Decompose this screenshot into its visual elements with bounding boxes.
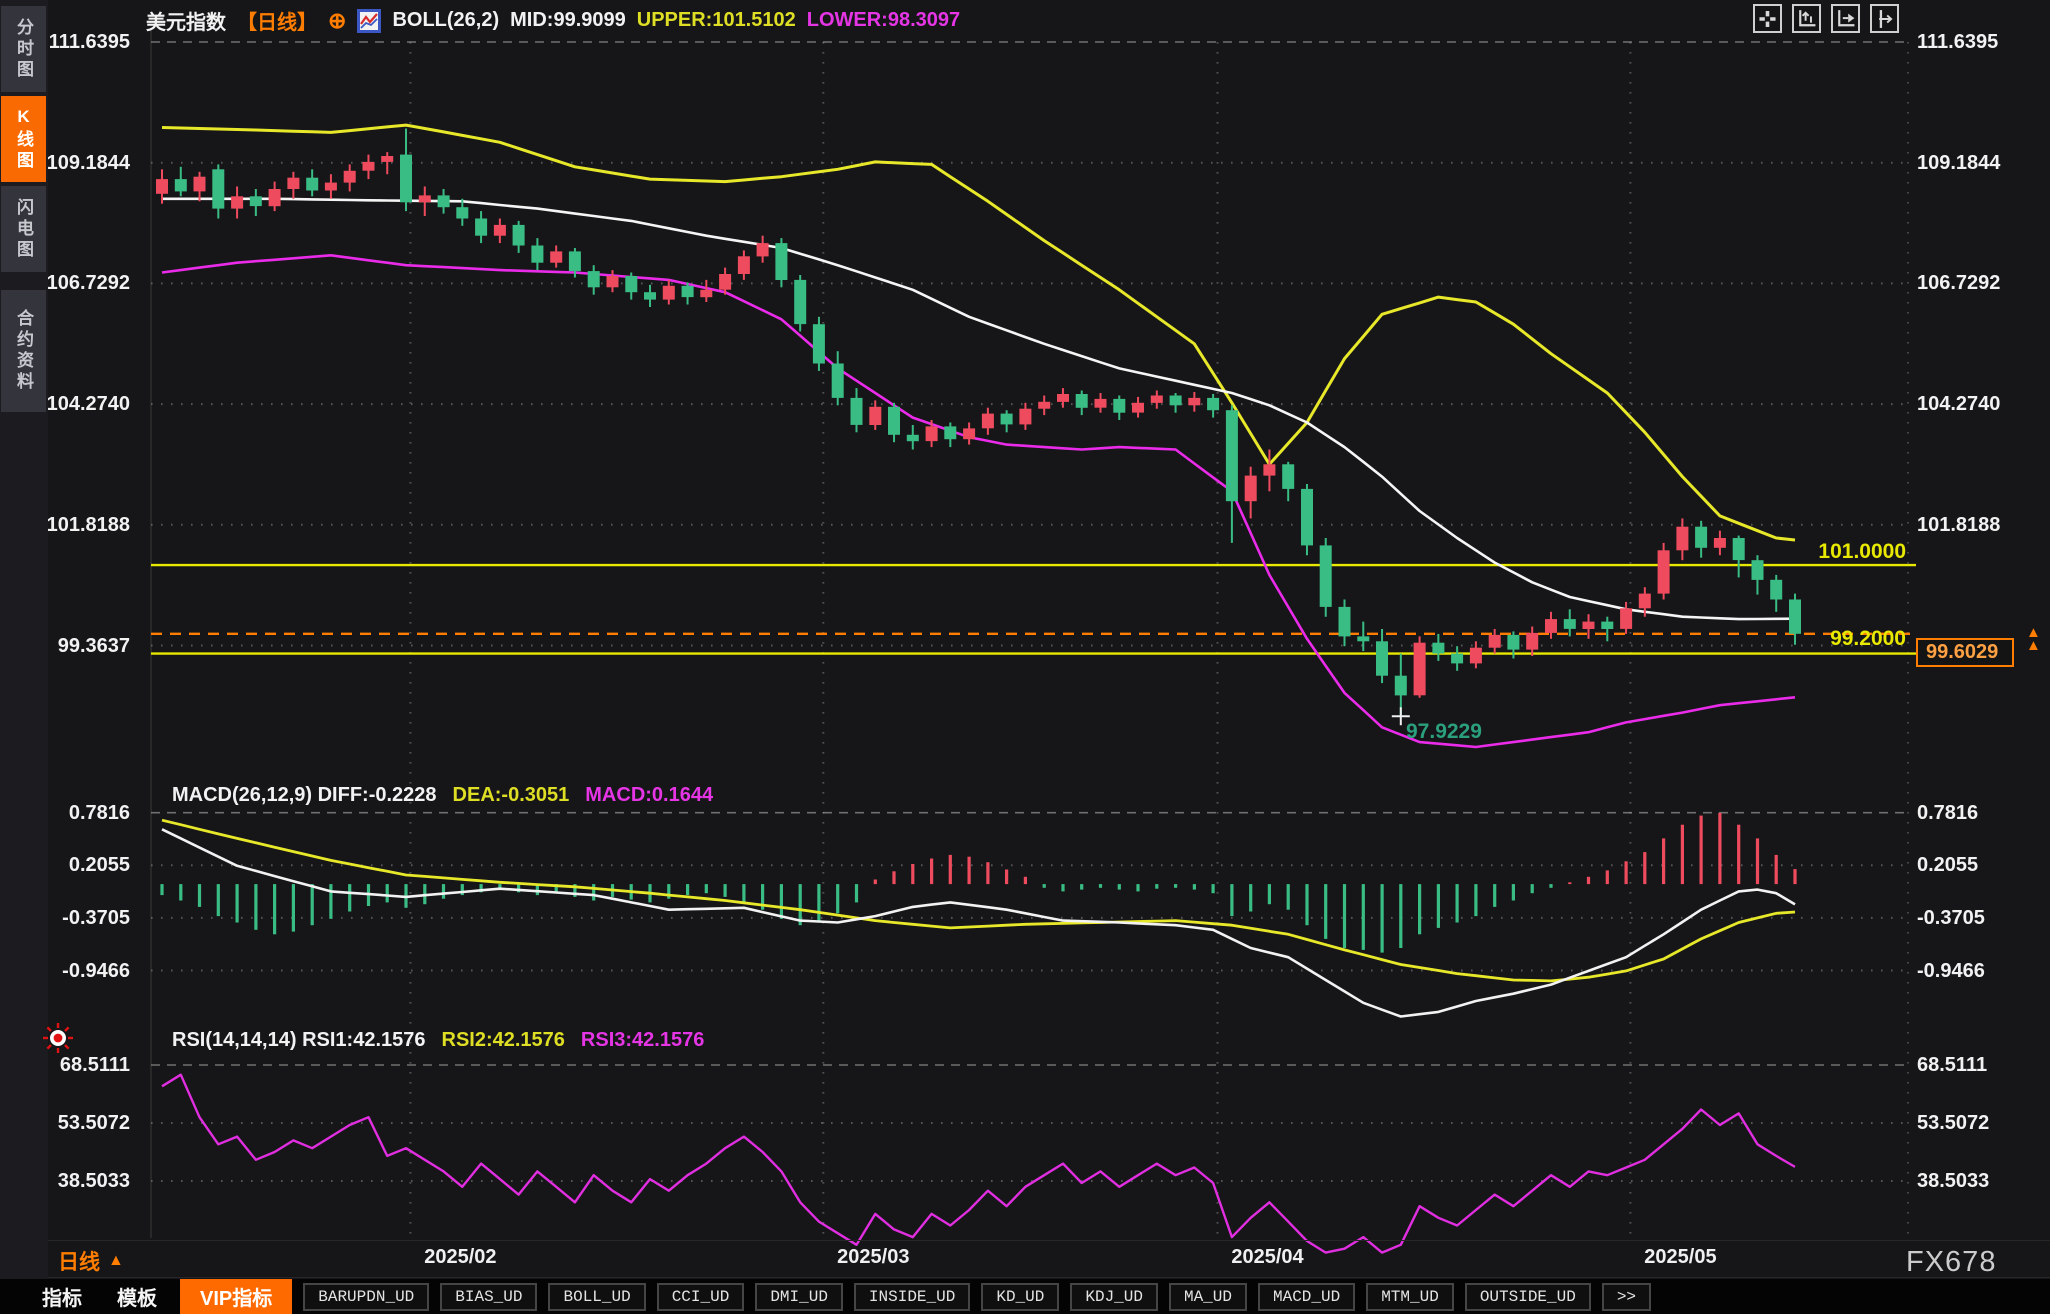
low-price-annotation: 97.9229: [1406, 720, 1482, 743]
brand-watermark: FX678: [1906, 1246, 1997, 1278]
rsi2-value: RSI2:42.1576: [441, 1029, 565, 1051]
period-arrow-icon: ▲: [108, 1252, 124, 1269]
rsi1-value: RSI1:42.1576: [302, 1029, 426, 1051]
tab-1[interactable]: 指标: [30, 1282, 94, 1311]
macd-macd-value: MACD:0.1644: [585, 784, 714, 806]
y-axis-tick-right: 38.5033: [1917, 1170, 1990, 1193]
period-tag[interactable]: 【日线】: [237, 6, 317, 35]
boll-indicator-label: BOLL(26,2): [392, 9, 500, 31]
symbol-name: 美元指数: [146, 12, 226, 34]
sidebar-item-2[interactable]: K线图: [1, 96, 46, 182]
tab-15[interactable]: OUTSIDE_UD: [1464, 1282, 1591, 1311]
period-text: 日线: [58, 1251, 100, 1274]
chart-canvas[interactable]: [0, 0, 2050, 1314]
y-axis-tick-left: 106.7292: [46, 272, 130, 295]
y-axis-tick-right: -0.3705: [1917, 906, 1985, 929]
macd-title: MACD(26,12,9): [172, 784, 313, 806]
x-axis-month-label: 2025/03: [837, 1246, 910, 1268]
tab-6[interactable]: BOLL_UD: [548, 1282, 646, 1311]
mini-chart-icon[interactable]: [357, 8, 382, 33]
tab-5[interactable]: BIAS_UD: [440, 1282, 538, 1311]
sidebar-item-1[interactable]: 分时图: [1, 6, 46, 92]
trading-app-window: 分时图 K线图 闪电图合约资料 美元指数 【日线】 ⊕ BOLL(26,2) MID…: [0, 0, 2050, 1314]
x-axis-month-label: 2025/05: [1644, 1246, 1717, 1268]
y-axis-tick-right: 68.5111: [1917, 1054, 1988, 1076]
hline-992-label: 99.2000: [1830, 627, 1906, 650]
hline-101-label: 101.0000: [1818, 540, 1906, 563]
link-icon[interactable]: ⊕: [328, 8, 346, 34]
tab-13[interactable]: MACD_UD: [1257, 1282, 1356, 1311]
sidebar-item-4[interactable]: 合约资料: [1, 290, 46, 412]
left-sidebar: 分时图 K线图 闪电图合约资料: [0, 0, 48, 1279]
boll-lower-value: LOWER:98.3097: [806, 9, 961, 31]
axis-play-icon[interactable]: [1831, 4, 1860, 33]
y-axis-tick-left: 0.7816: [68, 801, 130, 824]
sidebar-item-3[interactable]: 闪电图: [1, 186, 46, 272]
tab-14[interactable]: MTM_UD: [1366, 1282, 1454, 1311]
boll-mid-value: MID:99.9099: [510, 9, 626, 31]
tab-12[interactable]: MA_UD: [1168, 1282, 1247, 1311]
main-chart-header: 美元指数 【日线】 ⊕ BOLL(26,2) MID:99.9099 UPPER…: [146, 6, 960, 35]
y-axis-tick-left: 0.2055: [68, 854, 130, 877]
y-axis-tick-left: 101.8188: [46, 513, 130, 536]
rsi3-value: RSI3:42.1576: [580, 1029, 705, 1051]
pane-grid-icon[interactable]: [1753, 4, 1782, 33]
y-axis-tick-right: -0.9466: [1917, 959, 1985, 982]
y-axis-tick-left: 38.5033: [57, 1170, 130, 1193]
separator: [0, 1240, 2050, 1241]
x-axis-month-label: 2025/04: [1231, 1246, 1304, 1268]
y-axis-tick-right: 109.1844: [1917, 151, 2001, 174]
tab-16[interactable]: >>: [1601, 1282, 1652, 1311]
rsi-title: RSI(14,14,14): [172, 1029, 297, 1051]
chart-toolbar: [1753, 4, 1899, 33]
y-axis-tick-left: 109.1844: [46, 151, 130, 174]
tab-9[interactable]: INSIDE_UD: [853, 1282, 971, 1311]
y-axis-tick-left: 111.6395: [48, 31, 130, 53]
indicator-tab-bar: 指标 模板 VIP指标 BARUPDN_UD BIAS_UD BOLL_UD CCI_UD D…: [0, 1279, 2050, 1314]
y-axis-tick-right: 104.2740: [1917, 393, 2001, 416]
axis-zoom-in-icon[interactable]: [1792, 4, 1821, 33]
tab-10[interactable]: KD_UD: [981, 1282, 1060, 1311]
tab-4[interactable]: BARUPDN_UD: [303, 1282, 430, 1311]
tab-2[interactable]: 模板: [105, 1282, 169, 1311]
period-selector[interactable]: 日线 ▲: [58, 1246, 124, 1276]
last-price-box: 99.6029: [1916, 638, 2014, 667]
y-axis-tick-right: 53.5072: [1917, 1112, 1990, 1134]
y-axis-tick-left: 104.2740: [46, 393, 130, 416]
y-axis-tick-left: -0.3705: [62, 906, 130, 929]
tab-3[interactable]: VIP指标: [180, 1279, 293, 1314]
pan-right-icon[interactable]: [1870, 4, 1899, 33]
tab-11[interactable]: KDJ_UD: [1070, 1282, 1158, 1311]
alarm-icon[interactable]: [40, 1020, 76, 1061]
y-axis-tick-right: 0.2055: [1917, 854, 1979, 877]
macd-header: MACD(26,12,9) DIFF:-0.2228 DEA:-0.3051 M…: [172, 784, 713, 807]
x-axis-month-label: 2025/02: [424, 1246, 497, 1268]
y-axis-tick-right: 101.8188: [1917, 513, 2001, 536]
y-axis-tick-right: 106.7292: [1917, 272, 2001, 295]
price-up-arrows-icon[interactable]: ▲ ▲: [2026, 625, 2041, 653]
macd-dea-value: DEA:-0.3051: [452, 784, 570, 806]
y-axis-tick-left: -0.9466: [62, 959, 130, 982]
y-axis-tick-right: 0.7816: [1917, 801, 1979, 824]
macd-diff-value: DIFF:-0.2228: [317, 784, 437, 806]
boll-upper-value: UPPER:101.5102: [636, 9, 796, 31]
y-axis-tick-left: 53.5072: [57, 1112, 130, 1134]
tab-7[interactable]: CCI_UD: [656, 1282, 745, 1311]
y-axis-tick-left: 99.3637: [57, 634, 130, 657]
rsi-header: RSI(14,14,14) RSI1:42.1576 RSI2:42.1576 …: [172, 1029, 704, 1052]
separator: [0, 1277, 2050, 1278]
tab-8[interactable]: DMI_UD: [755, 1282, 843, 1311]
y-axis-tick-right: 111.6395: [1917, 31, 1999, 53]
